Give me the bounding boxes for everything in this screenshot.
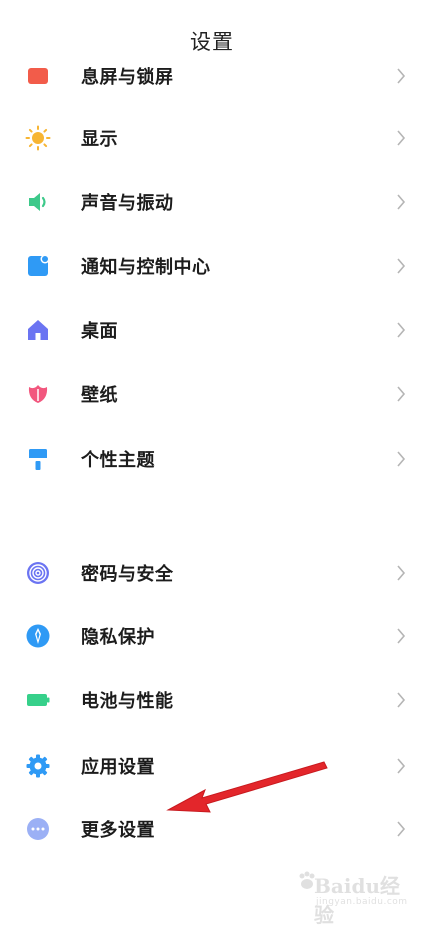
settings-item-label: 通知与控制中心 — [81, 257, 211, 278]
settings-item-display[interactable]: 显示 — [0, 108, 424, 168]
chevron-right-icon — [397, 565, 406, 581]
settings-item-themes[interactable]: 个性主题 — [0, 429, 424, 489]
settings-item-label: 个性主题 — [81, 450, 155, 471]
settings-item-sound[interactable]: 声音与振动 — [0, 172, 424, 232]
settings-item-label: 显示 — [81, 129, 118, 150]
title-bar: 设置 — [0, 0, 424, 66]
more-dots-icon — [25, 816, 51, 842]
settings-item-label: 更多设置 — [81, 820, 155, 841]
gear-icon — [25, 753, 51, 779]
chevron-right-icon — [397, 194, 406, 210]
settings-item-password-security[interactable]: 密码与安全 — [0, 543, 424, 603]
chevron-right-icon — [397, 322, 406, 338]
settings-item-label: 桌面 — [81, 321, 118, 342]
settings-item-label: 电池与性能 — [81, 691, 174, 712]
settings-item-label: 应用设置 — [81, 757, 155, 778]
lock-screen-icon — [25, 63, 51, 89]
chevron-right-icon — [397, 628, 406, 644]
home-icon — [25, 317, 51, 343]
notification-icon — [25, 253, 51, 279]
settings-item-label: 壁纸 — [81, 385, 118, 406]
brush-icon — [25, 446, 51, 472]
settings-item-label: 声音与振动 — [81, 193, 174, 214]
chevron-right-icon — [397, 386, 406, 402]
chevron-right-icon — [397, 692, 406, 708]
battery-icon — [25, 687, 51, 713]
settings-item-battery[interactable]: 电池与性能 — [0, 670, 424, 730]
settings-item-label: 隐私保护 — [81, 627, 155, 648]
fingerprint-icon — [25, 560, 51, 586]
chevron-right-icon — [397, 821, 406, 837]
privacy-shield-icon — [25, 623, 51, 649]
watermark-url: jingyan.baidu.com — [316, 897, 408, 907]
chevron-right-icon — [397, 130, 406, 146]
settings-item-notifications[interactable]: 通知与控制中心 — [0, 236, 424, 296]
settings-item-privacy[interactable]: 隐私保护 — [0, 606, 424, 666]
speaker-icon — [25, 189, 51, 215]
settings-item-app-settings[interactable]: 应用设置 — [0, 736, 424, 796]
watermark: Baidu经验 jingyan.baidu.com — [296, 864, 408, 927]
tulip-icon — [25, 381, 51, 407]
settings-item-label: 密码与安全 — [81, 564, 174, 585]
chevron-right-icon — [397, 758, 406, 774]
settings-list: 息屏与锁屏 显示 声音与振动 通知与控制中心 桌面 壁纸 个性主题 密码与安全 … — [0, 0, 424, 932]
settings-item-label: 息屏与锁屏 — [81, 67, 174, 88]
settings-item-desktop[interactable]: 桌面 — [0, 300, 424, 360]
settings-item-more-settings[interactable]: 更多设置 — [0, 799, 424, 859]
chevron-right-icon — [397, 451, 406, 467]
sun-icon — [25, 125, 51, 151]
settings-item-wallpaper[interactable]: 壁纸 — [0, 364, 424, 424]
page-title: 设置 — [190, 30, 234, 54]
chevron-right-icon — [397, 258, 406, 274]
chevron-right-icon — [397, 68, 406, 84]
